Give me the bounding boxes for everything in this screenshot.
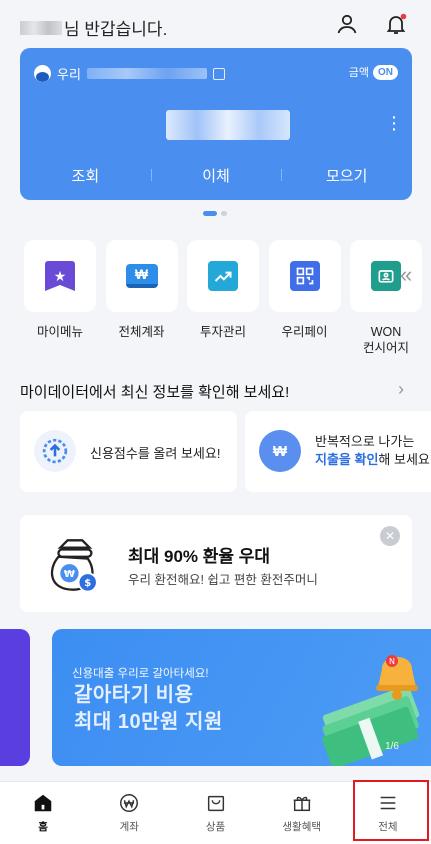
top-header: 님 반갑습니다. xyxy=(0,0,431,48)
nav-life-benefits[interactable]: 생활혜택 xyxy=(259,782,345,844)
account-info: 우리 xyxy=(34,64,225,83)
won-coin-icon: ₩ xyxy=(259,430,301,472)
quick-menu: ★ 마이메뉴 ₩ 전체계좌 투자관리 우리페이 WON 컨시어지 xyxy=(20,240,428,356)
masked-account-number xyxy=(86,68,207,79)
profile-button[interactable] xyxy=(334,10,360,38)
promo-small-text: 신용대출 우리로 갈아타세요! xyxy=(72,668,209,680)
won-circle-icon xyxy=(120,794,139,812)
spending-line1: 반복적으로 나가는 xyxy=(315,434,415,449)
spending-check-text: 반복적으로 나가는 지출을 확인해 보세요! xyxy=(315,433,431,469)
person-icon xyxy=(337,14,357,34)
pagination-dot xyxy=(221,211,227,216)
promo-page-indicator[interactable]: 1/6 xyxy=(385,741,399,752)
quick-menu-label: 투자관리 xyxy=(199,325,246,339)
exchange-banner-title: 최대 90% 환율 우대 xyxy=(128,547,271,566)
promo-line2: 최대 10만원 지원 xyxy=(74,711,223,733)
pagination-dot-active xyxy=(203,211,217,216)
quick-menu-woori-pay[interactable]: 우리페이 xyxy=(265,240,345,356)
chart-up-icon xyxy=(208,261,238,291)
previous-promo-slide[interactable] xyxy=(0,629,30,766)
nav-home[interactable]: 홈 xyxy=(0,782,86,844)
account-actions: 조회 이체 모으기 xyxy=(20,150,412,200)
concierge-icon xyxy=(371,261,401,291)
amount-toggle-state: ON xyxy=(373,64,398,80)
nav-accounts[interactable]: 계좌 xyxy=(86,782,172,844)
credit-score-icon xyxy=(34,430,76,472)
card-pagination xyxy=(203,211,227,216)
qr-icon xyxy=(289,261,320,291)
bookmark-star-icon: ★ xyxy=(45,261,75,291)
svg-text:N: N xyxy=(389,657,395,666)
woori-bank-logo-icon xyxy=(34,65,51,82)
loan-promo-banner[interactable]: 신용대출 우리로 갈아타세요! 갈아타기 비용 최대 10만원 지원 N 1/6 xyxy=(52,629,431,766)
nav-label: 생활혜택 xyxy=(282,821,322,833)
nav-products[interactable]: 상품 xyxy=(172,782,258,844)
copy-icon[interactable] xyxy=(212,67,225,80)
greeting: 님 반갑습니다. xyxy=(20,15,167,40)
quick-menu-all-accounts[interactable]: ₩ 전체계좌 xyxy=(102,240,182,356)
highlight-box xyxy=(353,780,429,841)
notification-button[interactable] xyxy=(383,10,409,38)
won-card-icon: ₩ xyxy=(125,264,158,288)
promo-line1: 갈아타기 비용 xyxy=(74,684,194,706)
inquiry-button[interactable]: 조회 xyxy=(20,165,151,186)
amount-toggle-label: 금액 xyxy=(348,67,369,79)
svg-text:₩: ₩ xyxy=(64,569,75,580)
masked-balance xyxy=(166,110,290,140)
save-up-button[interactable]: 모으기 xyxy=(281,165,412,186)
more-options-icon[interactable]: · · · xyxy=(390,107,398,139)
mydata-section-title: 마이데이터에서 최신 정보를 확인해 보세요! xyxy=(20,384,290,401)
home-icon xyxy=(34,794,52,812)
chevron-double-left-icon[interactable]: « xyxy=(400,262,412,288)
quick-menu-investment[interactable]: 투자관리 xyxy=(183,240,263,356)
credit-score-text: 신용점수를 올려 보세요! xyxy=(90,446,221,461)
transfer-button[interactable]: 이체 xyxy=(150,165,282,186)
quick-menu-label: 우리페이 xyxy=(281,325,328,339)
gift-icon xyxy=(293,796,310,812)
svg-text:$: $ xyxy=(84,578,91,589)
quick-menu-won-concierge[interactable]: WON 컨시어지 xyxy=(346,240,426,356)
spending-highlight: 지출을 확인 xyxy=(315,452,379,467)
money-pouch-icon: ₩ $ xyxy=(42,533,106,602)
shopping-bag-icon xyxy=(207,795,224,812)
exchange-banner[interactable]: ₩ $ 최대 90% 환율 우대 우리 환전해요! 쉽고 편한 환전주머니 ✕ xyxy=(20,515,412,612)
exchange-banner-subtitle: 우리 환전해요! 쉽고 편한 환전주머니 xyxy=(128,573,318,587)
account-card[interactable]: 우리 금액 ON · · · 조회 이체 모으기 xyxy=(20,48,412,200)
greeting-text: 님 반갑습니다. xyxy=(64,20,168,39)
bank-name: 우리 xyxy=(57,67,81,82)
spending-rest: 해 보세요! xyxy=(378,452,431,467)
quick-menu-label: 마이메뉴 xyxy=(36,325,83,339)
close-icon[interactable]: ✕ xyxy=(380,526,400,546)
nav-label: 계좌 xyxy=(119,821,139,833)
nav-label: 홈 xyxy=(38,821,48,833)
amount-toggle[interactable]: 금액 ON xyxy=(349,64,398,80)
quick-menu-label: 전체계좌 xyxy=(118,325,165,339)
chevron-right-icon[interactable]: › xyxy=(398,379,404,400)
bell-icon xyxy=(386,13,407,34)
quick-menu-label: WON 컨시어지 xyxy=(362,325,409,355)
quick-menu-my-menu[interactable]: ★ 마이메뉴 xyxy=(20,240,100,356)
spending-check-card[interactable]: ₩ 반복적으로 나가는 지출을 확인해 보세요! xyxy=(245,411,431,492)
cash-bell-illustration-icon: N xyxy=(322,655,420,766)
nav-label: 상품 xyxy=(205,821,226,833)
masked-user-name xyxy=(20,20,62,35)
credit-score-card[interactable]: 신용점수를 올려 보세요! xyxy=(20,411,237,492)
promo-headline: 갈아타기 비용 최대 10만원 지원 xyxy=(74,682,223,736)
